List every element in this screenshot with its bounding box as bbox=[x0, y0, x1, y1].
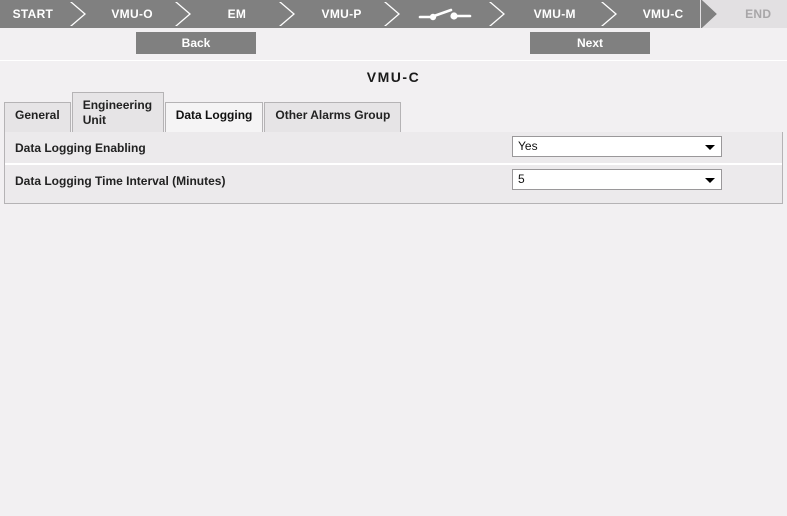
tab-label: Engineering Unit bbox=[82, 98, 153, 127]
wizard-step-vmu-p[interactable]: VMU-P bbox=[303, 0, 380, 28]
page-empty-area bbox=[0, 204, 787, 500]
wizard-step-vmu-c[interactable]: VMU-C bbox=[625, 0, 702, 28]
wizard-chevron-separator-icon bbox=[380, 0, 408, 28]
wizard-button-row: Back Next bbox=[0, 28, 787, 60]
wizard-chevron-separator-icon bbox=[485, 0, 513, 28]
tab-label: General bbox=[15, 108, 60, 122]
wizard-step-vmu-o[interactable]: VMU-O bbox=[94, 0, 171, 28]
wizard-chevron-separator-icon bbox=[275, 0, 303, 28]
wizard-step-vmu-m[interactable]: VMU-M bbox=[513, 0, 597, 28]
data-logging-enabling-field: Yes bbox=[512, 136, 722, 157]
wizard-step-end[interactable]: END bbox=[729, 0, 787, 28]
wizard-step-em[interactable]: EM bbox=[199, 0, 276, 28]
tab-bar: General Engineering Unit Data Logging Ot… bbox=[0, 92, 787, 132]
data-logging-enabling-select[interactable]: Yes bbox=[512, 136, 722, 157]
tab-label: Data Logging bbox=[175, 108, 253, 122]
wizard-chevron-separator-icon bbox=[66, 0, 94, 28]
wizard-step-label: VMU-C bbox=[642, 7, 684, 21]
field-label: Data Logging Time Interval (Minutes) bbox=[15, 173, 226, 188]
tab-label: Other Alarms Group bbox=[275, 108, 391, 122]
wizard-step-label: END bbox=[745, 7, 772, 21]
wizard-step-switch-contact[interactable] bbox=[408, 0, 485, 28]
data-logging-time-interval-select[interactable]: 5 bbox=[512, 169, 722, 190]
form-row-data-logging-enabling: Data Logging Enabling Yes bbox=[5, 132, 782, 165]
wizard-step-label: VMU-P bbox=[321, 7, 362, 21]
wizard-progress-bar: START VMU-O EM VMU-P VMU-M VMU-C END bbox=[0, 0, 787, 28]
next-button[interactable]: Next bbox=[530, 32, 650, 54]
select-value: 5 bbox=[518, 172, 525, 186]
tab-other-alarms-group[interactable]: Other Alarms Group bbox=[264, 102, 402, 132]
back-button[interactable]: Back bbox=[136, 32, 256, 54]
wizard-step-label: VMU-O bbox=[111, 7, 153, 21]
settings-form-panel: Data Logging Enabling Yes Data Logging T… bbox=[4, 132, 783, 204]
wizard-chevron-separator-icon bbox=[597, 0, 625, 28]
select-value: Yes bbox=[518, 139, 538, 153]
tab-engineering-unit[interactable]: Engineering Unit bbox=[71, 92, 164, 132]
wizard-steps: START VMU-O EM VMU-P VMU-M VMU-C END bbox=[0, 0, 787, 28]
form-row-data-logging-time-interval: Data Logging Time Interval (Minutes) 5 bbox=[5, 165, 782, 196]
page-title: VMU-C bbox=[366, 68, 421, 85]
wizard-step-label: EM bbox=[227, 7, 247, 21]
chevron-down-icon[interactable] bbox=[705, 145, 715, 150]
data-logging-time-interval-field: 5 bbox=[512, 169, 722, 190]
wizard-step-label: START bbox=[12, 7, 54, 21]
tab-data-logging[interactable]: Data Logging bbox=[164, 102, 264, 132]
wizard-chevron-end-icon bbox=[701, 0, 730, 28]
chevron-down-icon[interactable] bbox=[705, 178, 715, 183]
switch-contact-icon bbox=[419, 8, 472, 21]
wizard-chevron-separator-icon bbox=[171, 0, 199, 28]
wizard-step-label: VMU-M bbox=[533, 7, 576, 21]
wizard-step-start[interactable]: START bbox=[0, 0, 66, 28]
field-label: Data Logging Enabling bbox=[15, 140, 146, 155]
page-title-bar: VMU-C bbox=[0, 60, 787, 92]
tab-general[interactable]: General bbox=[4, 102, 71, 132]
